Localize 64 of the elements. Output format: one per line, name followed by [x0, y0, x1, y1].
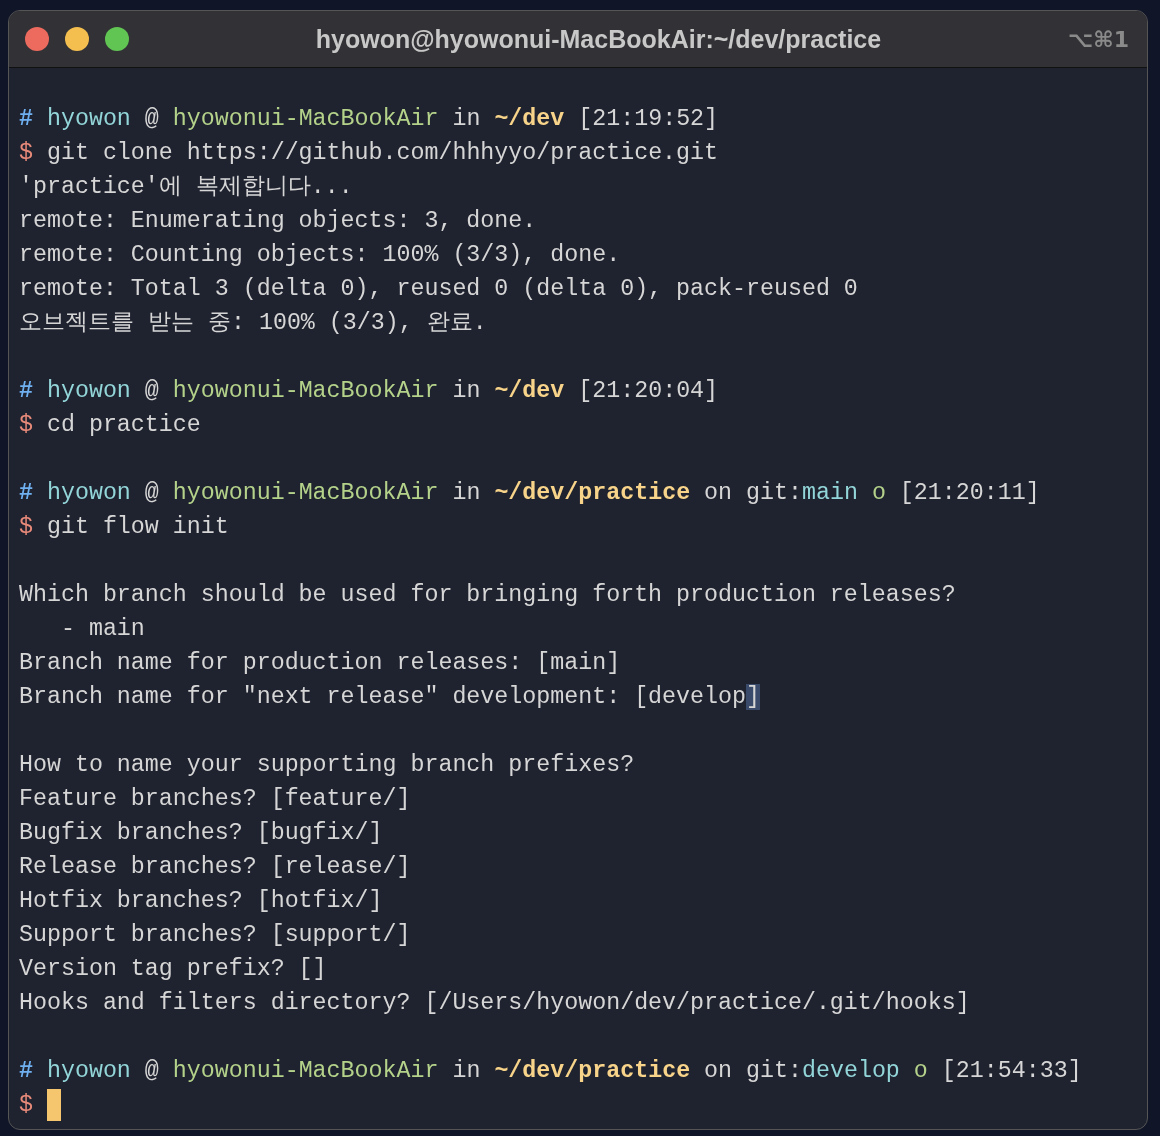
output-line: Branch name for production releases: [main] — [19, 650, 621, 676]
command-text: git clone https://github.com/hhhyyo/practice.git — [46, 140, 719, 166]
prompt-text: [21:19:52] — [578, 106, 719, 132]
directory-path: ~/dev/practice — [494, 1058, 691, 1084]
prompt-text: [21:20:11] — [899, 480, 1040, 506]
prompt-dollar: $ — [19, 514, 33, 540]
user-name: hyowon — [46, 480, 131, 506]
prompt-text: in — [452, 480, 481, 506]
output-line: Release branches? [release/] — [19, 854, 411, 880]
prompt-text: Branch name for "next release" development: [develop — [19, 684, 746, 710]
output-line: How to name your supporting branch prefixes? — [19, 752, 635, 778]
output-line: Hotfix branches? [hotfix/] — [19, 888, 383, 914]
output-line: remote: Counting objects: 100% (3/3), done. — [19, 242, 621, 268]
prompt-text: [21:20:04] — [578, 378, 719, 404]
output-line: Version tag prefix? [] — [19, 956, 327, 982]
window-title: hyowon@hyowonui-MacBookAir:~/dev/practice — [314, 24, 883, 54]
prompt-text: on git: — [704, 1058, 802, 1084]
command-text: git flow init — [46, 514, 229, 540]
command-text: cd practice — [46, 412, 201, 438]
close-button[interactable] — [25, 27, 49, 51]
host-name: hyowonui-MacBookAir — [172, 1058, 439, 1084]
prompt-dollar: $ — [19, 412, 33, 438]
prompt-text: @ — [144, 106, 159, 132]
prompt-text: @ — [144, 378, 159, 404]
zoom-button[interactable] — [105, 27, 129, 51]
prompt-hash: # — [19, 480, 33, 506]
host-name: hyowonui-MacBookAir — [172, 106, 439, 132]
prompt-hash: # — [19, 106, 33, 132]
output-line: 'practice'에 복제합니다... — [19, 174, 353, 200]
output-line: Which branch should be used for bringing forth production releases? — [19, 582, 956, 608]
directory-path: ~/dev — [494, 106, 565, 132]
output-line: - main — [59, 616, 145, 642]
user-name: hyowon — [46, 1058, 131, 1084]
output-line: Bugfix branches? [bugfix/] — [19, 820, 383, 846]
git-branch: develop — [802, 1058, 900, 1084]
selected-text: ] — [746, 684, 760, 710]
prompt-text: in — [452, 378, 481, 404]
prompt-dollar: $ — [19, 140, 33, 166]
prompt-text: [21:54:33] — [941, 1058, 1082, 1084]
directory-path: ~/dev — [494, 378, 565, 404]
prompt-dollar: $ — [19, 1092, 33, 1118]
prompt-text: in — [452, 106, 481, 132]
user-name: hyowon — [46, 378, 131, 404]
output-line: Feature branches? [feature/] — [19, 786, 411, 812]
user-name: hyowon — [46, 106, 131, 132]
keyboard-shortcut: ⌥⌘1 — [1067, 26, 1129, 52]
git-branch: main — [802, 480, 858, 506]
output-line: remote: Total 3 (delta 0), reused 0 (delta 0), pack-reused 0 — [19, 276, 858, 302]
git-status: o — [871, 480, 886, 506]
host-name: hyowonui-MacBookAir — [172, 480, 439, 506]
host-name: hyowonui-MacBookAir — [172, 378, 439, 404]
prompt-hash: # — [19, 378, 33, 404]
output-line: remote: Enumerating objects: 3, done. — [19, 208, 537, 234]
directory-path: ~/dev/practice — [494, 480, 691, 506]
output-line: Support branches? [support/] — [19, 922, 411, 948]
output-line: 오브젝트를 받는 중: 100% (3/3), 완료. — [19, 310, 487, 336]
prompt-text: in — [452, 1058, 481, 1084]
output-line: Hooks and filters directory? [/Users/hyowon/dev/practice/.git/hooks] — [19, 990, 970, 1016]
prompt-text: @ — [144, 1058, 159, 1084]
prompt-hash: # — [19, 1058, 33, 1084]
minimize-button[interactable] — [65, 27, 89, 51]
prompt-text: @ — [144, 480, 159, 506]
prompt-text: on git: — [704, 480, 802, 506]
git-status: o — [913, 1058, 928, 1084]
